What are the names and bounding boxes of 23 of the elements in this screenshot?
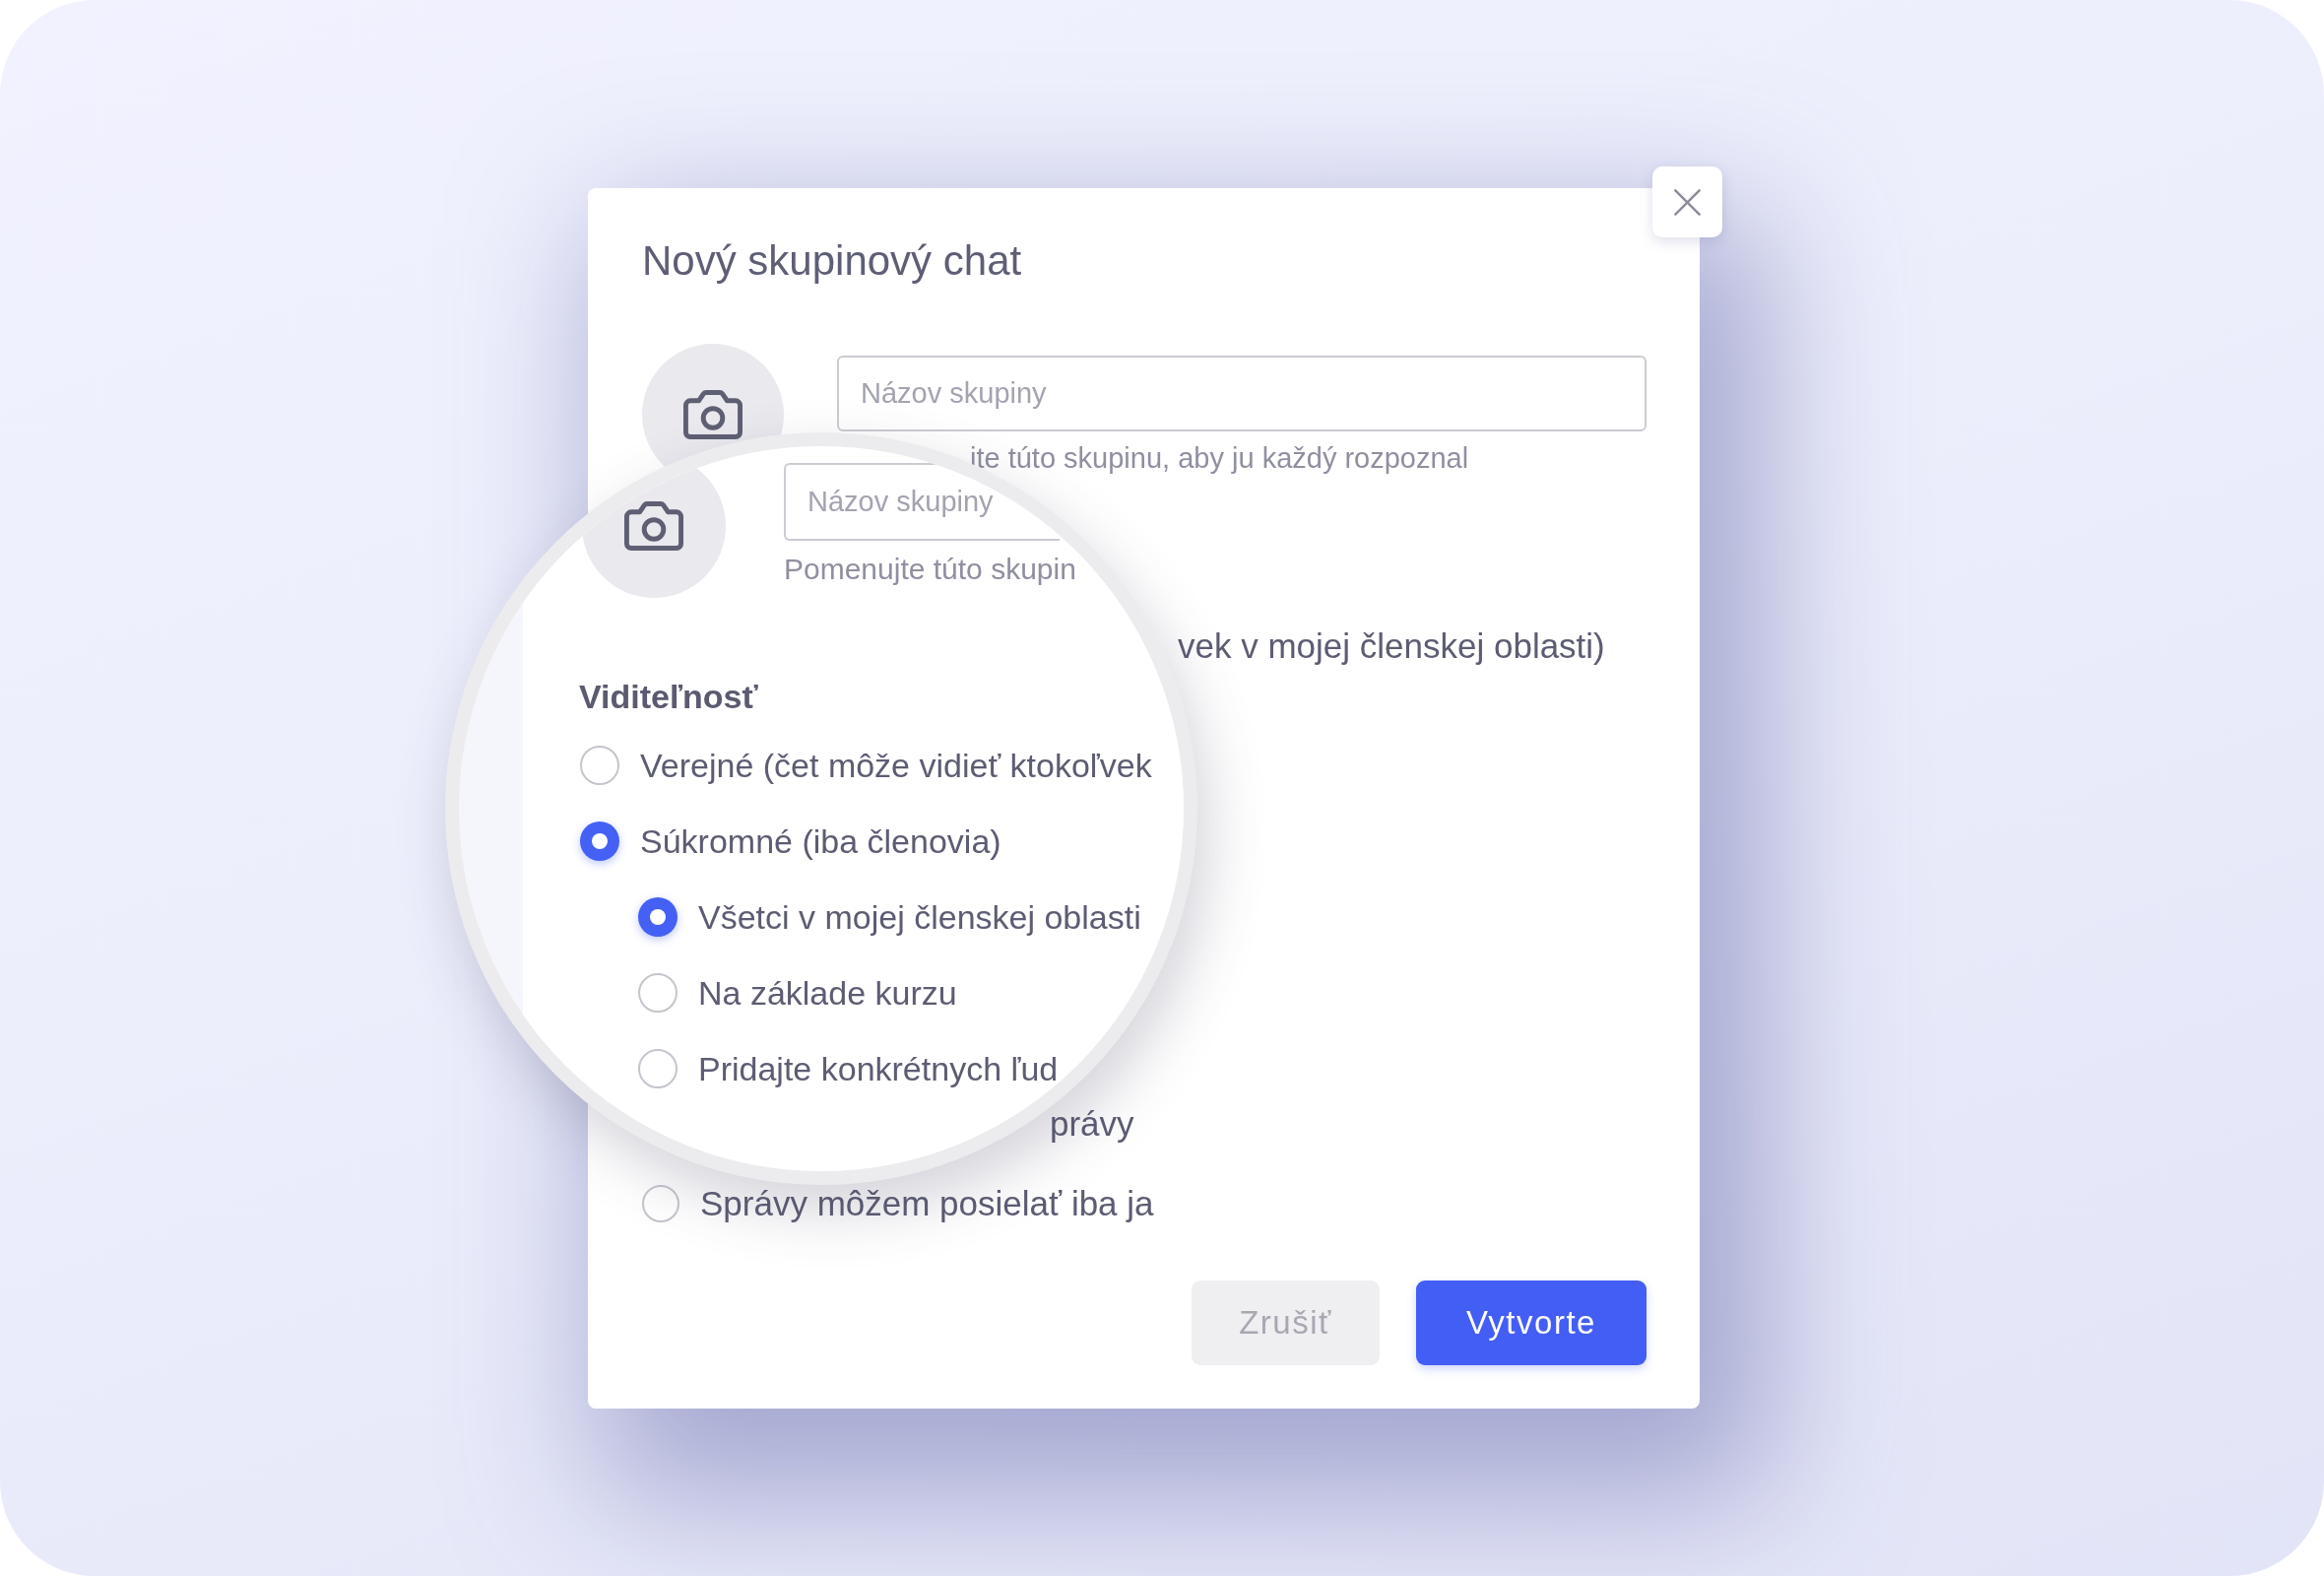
option-label: vek v mojej členskej oblasti) [1178,625,1605,667]
option-label: Všetci v mojej členskej oblasti [698,897,1141,938]
option-label: Verejné (čet môže vidieť ktokoľvek [640,746,1152,786]
radio-button[interactable] [580,746,619,785]
option-label: Správy môžem posielať iba ja [700,1183,1154,1224]
option-label: Pridajte konkrétnych ľud [698,1049,1059,1089]
radio-button[interactable] [642,1185,679,1222]
option-label: právy [1050,1103,1134,1145]
option-label: Na základe kurzu [698,973,957,1014]
section-heading: Viditeľnosť [579,677,758,717]
radio-button[interactable] [580,821,619,861]
radio-button[interactable] [638,973,678,1013]
radio-button[interactable] [638,1049,678,1088]
helper-text: Pomenujte túto skupin [784,552,1076,587]
camera-icon [683,390,742,439]
dialog-title: Nový skupinový chat [642,236,1022,286]
group-name-input[interactable]: Názov skupiny [837,356,1646,431]
close-icon [1674,188,1701,216]
camera-icon [624,501,683,551]
close-button[interactable] [1652,166,1722,237]
option-label: Súkromné (iba členovia) [640,821,1001,862]
primary-button[interactable]: Vytvorte [1416,1280,1646,1365]
radio-button[interactable] [638,897,678,937]
